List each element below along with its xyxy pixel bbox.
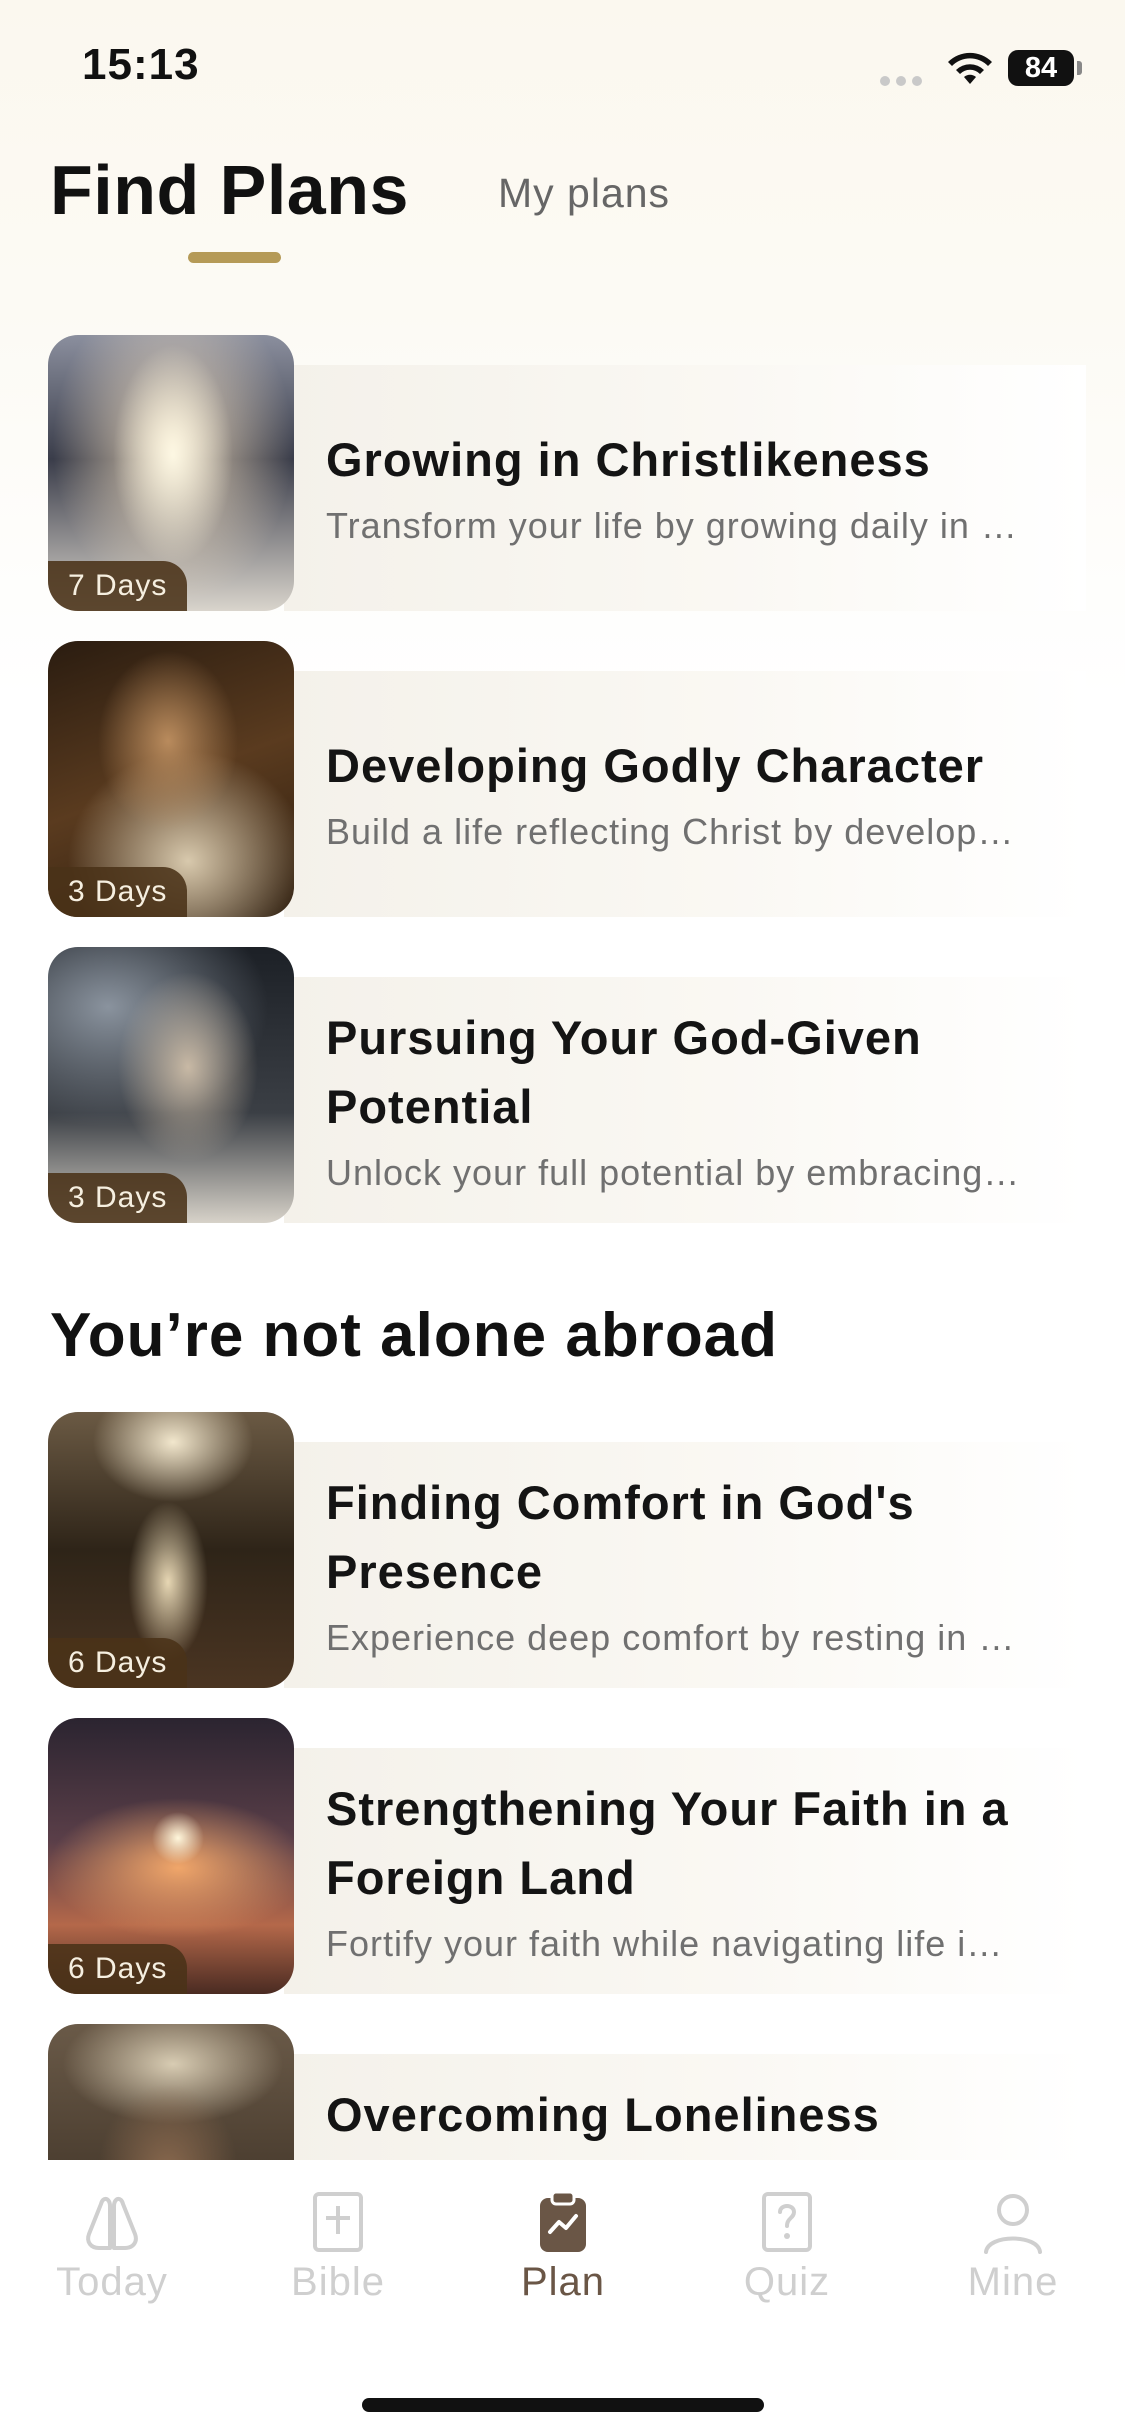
plan-description: Build a life reflecting Christ by develo… [326, 811, 1015, 852]
quiz-icon [762, 2192, 812, 2252]
plan-title: Finding Comfort in God's Presence [326, 1476, 915, 1598]
plan-thumbnail: 3 Days [48, 641, 294, 917]
plan-title: Pursuing Your God-Given Potential [326, 1011, 922, 1133]
plan-thumbnail: 6 Days [48, 1412, 294, 1688]
plan-clipboard-icon [540, 2190, 586, 2252]
plan-card[interactable]: 6 Days Strengthening Your Faith in a For… [48, 1718, 1086, 1994]
nav-plan[interactable]: Plan [478, 2190, 648, 2305]
nav-bible[interactable]: Bible [253, 2190, 423, 2305]
nav-label: Plan [520, 2260, 606, 2304]
nav-quiz[interactable]: Quiz [702, 2190, 872, 2305]
nav-label: Today [56, 2260, 168, 2304]
days-badge: 6 Days [48, 1638, 188, 1688]
plan-card[interactable]: 3 Days Developing Godly Character Build … [48, 641, 1086, 917]
tab-my-plans[interactable]: My plans [498, 170, 670, 217]
nav-label: Bible [291, 2260, 385, 2304]
battery-tip-icon [1077, 61, 1082, 75]
plan-thumbnail: 7 Days [48, 335, 294, 611]
plan-title: Growing in Christlikeness [326, 433, 931, 486]
wifi-icon [948, 52, 992, 84]
plan-card[interactable]: 3 Days Pursuing Your God-Given Potential… [48, 947, 1086, 1223]
plan-card[interactable]: 6 Days Finding Comfort in God's Presence… [48, 1412, 1086, 1688]
home-indicator[interactable] [362, 2398, 764, 2412]
plan-thumbnail: 6 Days [48, 1718, 294, 1994]
tab-find-plans[interactable]: Find Plans [50, 150, 409, 230]
person-icon [984, 2194, 1042, 2254]
plan-title: Strengthening Your Faith in a Foreign La… [326, 1782, 1009, 1904]
plan-description: Unlock your full potential by embracing… [326, 1152, 1021, 1193]
nav-today[interactable]: Today [27, 2190, 197, 2305]
cellular-signal-icon [880, 73, 928, 91]
days-badge: 6 Days [48, 1944, 188, 1994]
nav-mine[interactable]: Mine [928, 2190, 1098, 2305]
status-bar: 15:13 84 [0, 0, 1125, 130]
bible-icon [313, 2192, 363, 2252]
active-tab-indicator [188, 252, 281, 263]
status-time: 15:13 [82, 40, 200, 89]
plan-thumbnail: 3 Days [48, 947, 294, 1223]
plan-card[interactable]: 7 Days Growing in Christlikeness Transfo… [48, 335, 1086, 611]
plan-description: Transform your life by growing daily in … [326, 505, 1018, 546]
plan-title: Overcoming Loneliness [326, 2088, 880, 2141]
plan-title: Developing Godly Character [326, 739, 985, 792]
bottom-tab-bar: Today Bible Plan Quiz Mine [0, 2160, 1125, 2436]
plan-description: Experience deep comfort by resting in … [326, 1617, 1016, 1658]
praying-hands-icon [86, 2197, 138, 2250]
plan-description: Fortify your faith while navigating life… [326, 1923, 1004, 1964]
nav-label: Quiz [743, 2260, 831, 2304]
days-badge: 7 Days [48, 561, 188, 611]
section-title: You’re not alone abroad [50, 1301, 779, 1370]
nav-label: Mine [967, 2260, 1059, 2304]
battery-indicator: 84 [1008, 50, 1074, 86]
days-badge: 3 Days [48, 867, 188, 917]
days-badge: 3 Days [48, 1173, 188, 1223]
